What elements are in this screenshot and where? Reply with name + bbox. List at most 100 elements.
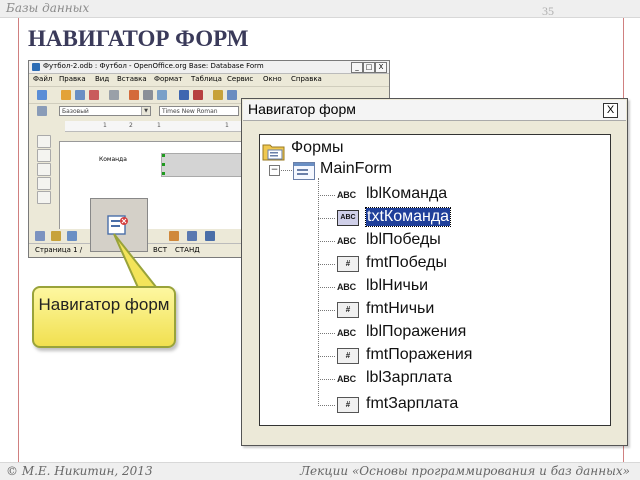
tree-item-lblzarplata[interactable]: lblЗарплата <box>366 369 452 387</box>
page-number: 35 <box>542 4 554 18</box>
tree-node-mainform[interactable]: MainForm <box>320 160 392 178</box>
formatted-field-icon: # <box>337 302 359 318</box>
navigator-title: Навигатор форм <box>248 101 356 117</box>
oo-window-title: Футбол-2.odb : Футбол - OpenOffice.org B… <box>43 62 264 70</box>
formatted-field-icon: # <box>337 348 359 364</box>
text-control-icon[interactable] <box>37 177 51 190</box>
form-icon <box>293 162 315 180</box>
tree-connector <box>318 333 335 334</box>
design-icon[interactable] <box>35 231 45 241</box>
folder-icon <box>262 144 285 161</box>
callout-pointer <box>113 233 162 292</box>
font-combo[interactable]: Times New Roman <box>159 106 239 116</box>
form-controls-toolbar <box>33 133 55 223</box>
pdf-icon[interactable] <box>129 90 139 100</box>
edit-icon[interactable] <box>109 90 119 100</box>
open-icon[interactable] <box>61 90 71 100</box>
style-combo[interactable]: Базовый ▼ <box>59 106 151 116</box>
print-icon[interactable] <box>143 90 153 100</box>
add-field-icon[interactable] <box>187 231 197 241</box>
status-page: Страница 1 / <box>35 246 83 254</box>
tree-connector <box>318 405 335 406</box>
ruler-mark: 1 <box>225 122 229 129</box>
tree-connector <box>318 241 335 242</box>
tab-order-icon[interactable] <box>169 231 179 241</box>
design-mode-icon[interactable] <box>37 149 51 162</box>
checkbox-control-icon[interactable] <box>37 163 51 176</box>
selection-handle[interactable] <box>162 172 165 175</box>
font-combo-value: Times New Roman <box>162 108 218 115</box>
tree-connector <box>318 379 335 380</box>
chevron-down-icon[interactable]: ▼ <box>141 107 150 115</box>
tree-item-fmtzarplata[interactable]: fmtЗарплата <box>366 395 458 413</box>
menu-tools[interactable]: Сервис <box>227 75 253 83</box>
maximize-button[interactable]: □ <box>363 62 375 73</box>
menu-help[interactable]: Справка <box>291 75 322 83</box>
form-navigator-window: Навигатор форм X Формы − MainForm ABC lb… <box>241 98 628 446</box>
properties-icon[interactable] <box>67 231 77 241</box>
label-field-icon: ABC <box>337 374 356 384</box>
tree-item-txtkomanda[interactable]: txtКоманда <box>364 207 452 227</box>
menu-file[interactable]: Файл <box>33 75 52 83</box>
oo-menu-bar: Файл Правка Вид Вставка Формат Таблица С… <box>29 74 389 85</box>
selection-handle[interactable] <box>162 154 165 157</box>
slide-topic: Базы данных <box>6 1 90 15</box>
tree-connector <box>318 195 335 196</box>
anchor-icon[interactable] <box>205 231 215 241</box>
navigator-close-button[interactable]: X <box>603 103 618 118</box>
tree-connector <box>318 178 319 406</box>
mail-icon[interactable] <box>89 90 99 100</box>
new-icon[interactable] <box>37 90 47 100</box>
menu-insert[interactable]: Вставка <box>117 75 147 83</box>
navigator-title-bar: Навигатор форм X <box>243 100 626 121</box>
label-field-icon: ABC <box>337 190 356 200</box>
preview-icon[interactable] <box>157 90 167 100</box>
menu-view[interactable]: Вид <box>95 75 109 83</box>
tree-root-forms[interactable]: Формы <box>291 139 343 157</box>
ruler-mark: 1 <box>103 122 107 129</box>
formatted-control-icon[interactable] <box>37 191 51 204</box>
menu-format[interactable]: Формат <box>154 75 182 83</box>
tree-connector <box>318 287 335 288</box>
tree-item-lblkomanda[interactable]: lblКоманда <box>366 185 447 203</box>
styles-icon[interactable] <box>37 106 47 116</box>
label-field-icon: ABC <box>337 282 356 292</box>
tree-item-lblnichyi[interactable]: lblНичьи <box>366 277 428 295</box>
formatted-field-icon: # <box>337 397 359 413</box>
form-field[interactable] <box>161 153 249 177</box>
footer-bar: © М.Е. Никитин, 2013 Лекции «Основы прог… <box>0 462 640 480</box>
save-icon[interactable] <box>75 90 85 100</box>
tree-item-lblporazheniya[interactable]: lblПоражения <box>366 323 466 341</box>
wizard-icon[interactable] <box>51 231 61 241</box>
label-field-icon: ABC <box>337 328 356 338</box>
field-label: Команда <box>99 156 127 163</box>
slide: Базы данных 35 НАВИГАТОР ФОРМ Футбол-2.o… <box>0 0 640 480</box>
header-bar: Базы данных 35 <box>0 0 640 18</box>
spellcheck-icon[interactable] <box>179 90 189 100</box>
form-glyph <box>294 163 314 175</box>
tree-connector <box>318 218 335 219</box>
close-button[interactable]: X <box>375 62 387 73</box>
menu-edit[interactable]: Правка <box>59 75 86 83</box>
slide-title: НАВИГАТОР ФОРМ <box>28 26 249 51</box>
tree-item-fmtpobedy[interactable]: fmtПобеды <box>366 254 447 272</box>
menu-window[interactable]: Окно <box>263 75 282 83</box>
oo-title-bar: Футбол-2.odb : Футбол - OpenOffice.org B… <box>29 61 389 74</box>
openoffice-app-icon <box>32 63 40 71</box>
tree-item-lblpobedy[interactable]: lblПобеды <box>366 231 441 249</box>
formatted-field-icon: # <box>337 256 359 272</box>
footer-course: Лекции «Основы программирования и баз да… <box>300 464 630 478</box>
select-icon[interactable] <box>37 135 51 148</box>
cut-icon[interactable] <box>213 90 223 100</box>
selection-handle[interactable] <box>162 163 165 166</box>
menu-table[interactable]: Таблица <box>191 75 222 83</box>
copy-icon[interactable] <box>227 90 237 100</box>
tree-connector <box>318 264 335 265</box>
navigator-tree: Формы − MainForm ABC lblКоманда ABC txtК… <box>259 134 611 426</box>
tree-item-fmtporazheniya[interactable]: fmtПоражения <box>366 346 472 364</box>
autospell-icon[interactable] <box>193 90 203 100</box>
minimize-button[interactable]: _ <box>351 62 363 73</box>
tree-item-fmtnichyi[interactable]: fmtНичьи <box>366 300 434 318</box>
tree-connector <box>279 170 292 171</box>
callout-box: Навигатор форм <box>32 286 176 348</box>
